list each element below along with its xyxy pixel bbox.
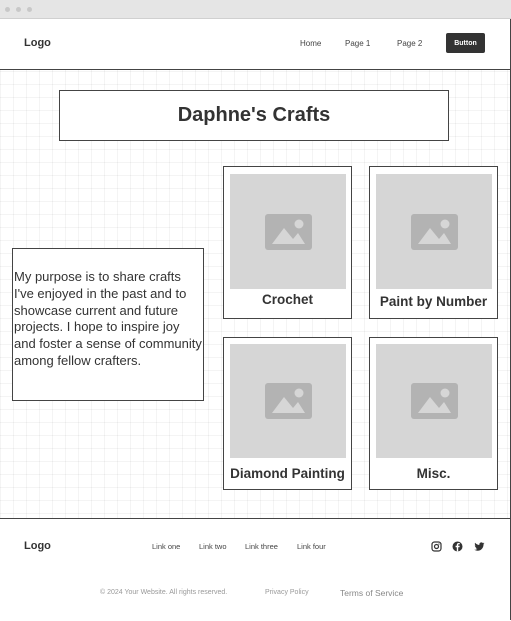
nav-link-home[interactable]: Home bbox=[300, 39, 321, 48]
card-image bbox=[376, 344, 492, 458]
header-logo[interactable]: Logo bbox=[24, 37, 51, 49]
footer: Logo Link one Link two Link three Link f… bbox=[0, 518, 510, 621]
card-image bbox=[230, 174, 346, 289]
card-label: Misc. bbox=[416, 466, 451, 481]
navbar: Logo Home Page 1 Page 2 Button bbox=[0, 19, 510, 70]
browser-titlebar bbox=[0, 0, 511, 19]
image-placeholder-icon bbox=[410, 213, 458, 250]
description-box: My purpose is to share crafts I've enjoy… bbox=[12, 248, 204, 401]
window-dot bbox=[16, 7, 21, 12]
privacy-policy-link[interactable]: Privacy Policy bbox=[265, 589, 309, 596]
window-dot bbox=[5, 7, 10, 12]
card-paint-by-number[interactable]: Paint by Number bbox=[369, 166, 498, 319]
image-placeholder-icon bbox=[264, 213, 312, 250]
footer-link-three[interactable]: Link three bbox=[245, 542, 278, 551]
card-label: Paint by Number bbox=[379, 294, 488, 309]
nav-link-page-1[interactable]: Page 1 bbox=[345, 39, 370, 48]
card-diamond-painting[interactable]: Diamond Painting bbox=[223, 337, 352, 490]
footer-logo[interactable]: Logo bbox=[24, 540, 51, 552]
image-placeholder-icon bbox=[264, 383, 312, 419]
nav-link-page-2[interactable]: Page 2 bbox=[397, 39, 422, 48]
twitter-icon[interactable] bbox=[474, 541, 485, 552]
instagram-icon[interactable] bbox=[431, 541, 442, 552]
image-placeholder-icon bbox=[410, 383, 458, 419]
window-dot bbox=[27, 7, 32, 12]
header-button[interactable]: Button bbox=[446, 33, 485, 53]
terms-of-service-link[interactable]: Terms of Service bbox=[340, 588, 403, 598]
page-title: Daphne's Crafts bbox=[177, 104, 331, 126]
card-image bbox=[376, 174, 492, 289]
footer-link-four[interactable]: Link four bbox=[297, 542, 326, 551]
page-title-box: Daphne's Crafts bbox=[59, 90, 449, 141]
card-misc[interactable]: Misc. bbox=[369, 337, 498, 490]
copyright-text: © 2024 Your Website. All rights reserved… bbox=[100, 589, 228, 596]
card-label: Crochet bbox=[261, 292, 313, 307]
page: Logo Home Page 1 Page 2 Button Daphne's … bbox=[0, 19, 511, 621]
facebook-icon[interactable] bbox=[452, 541, 463, 552]
description-text: My purpose is to share crafts I've enjoy… bbox=[14, 269, 202, 368]
footer-link-one[interactable]: Link one bbox=[152, 542, 180, 551]
card-crochet[interactable]: Crochet bbox=[223, 166, 352, 319]
card-label: Diamond Painting bbox=[230, 466, 345, 481]
card-image bbox=[230, 344, 346, 458]
footer-link-two[interactable]: Link two bbox=[199, 542, 227, 551]
